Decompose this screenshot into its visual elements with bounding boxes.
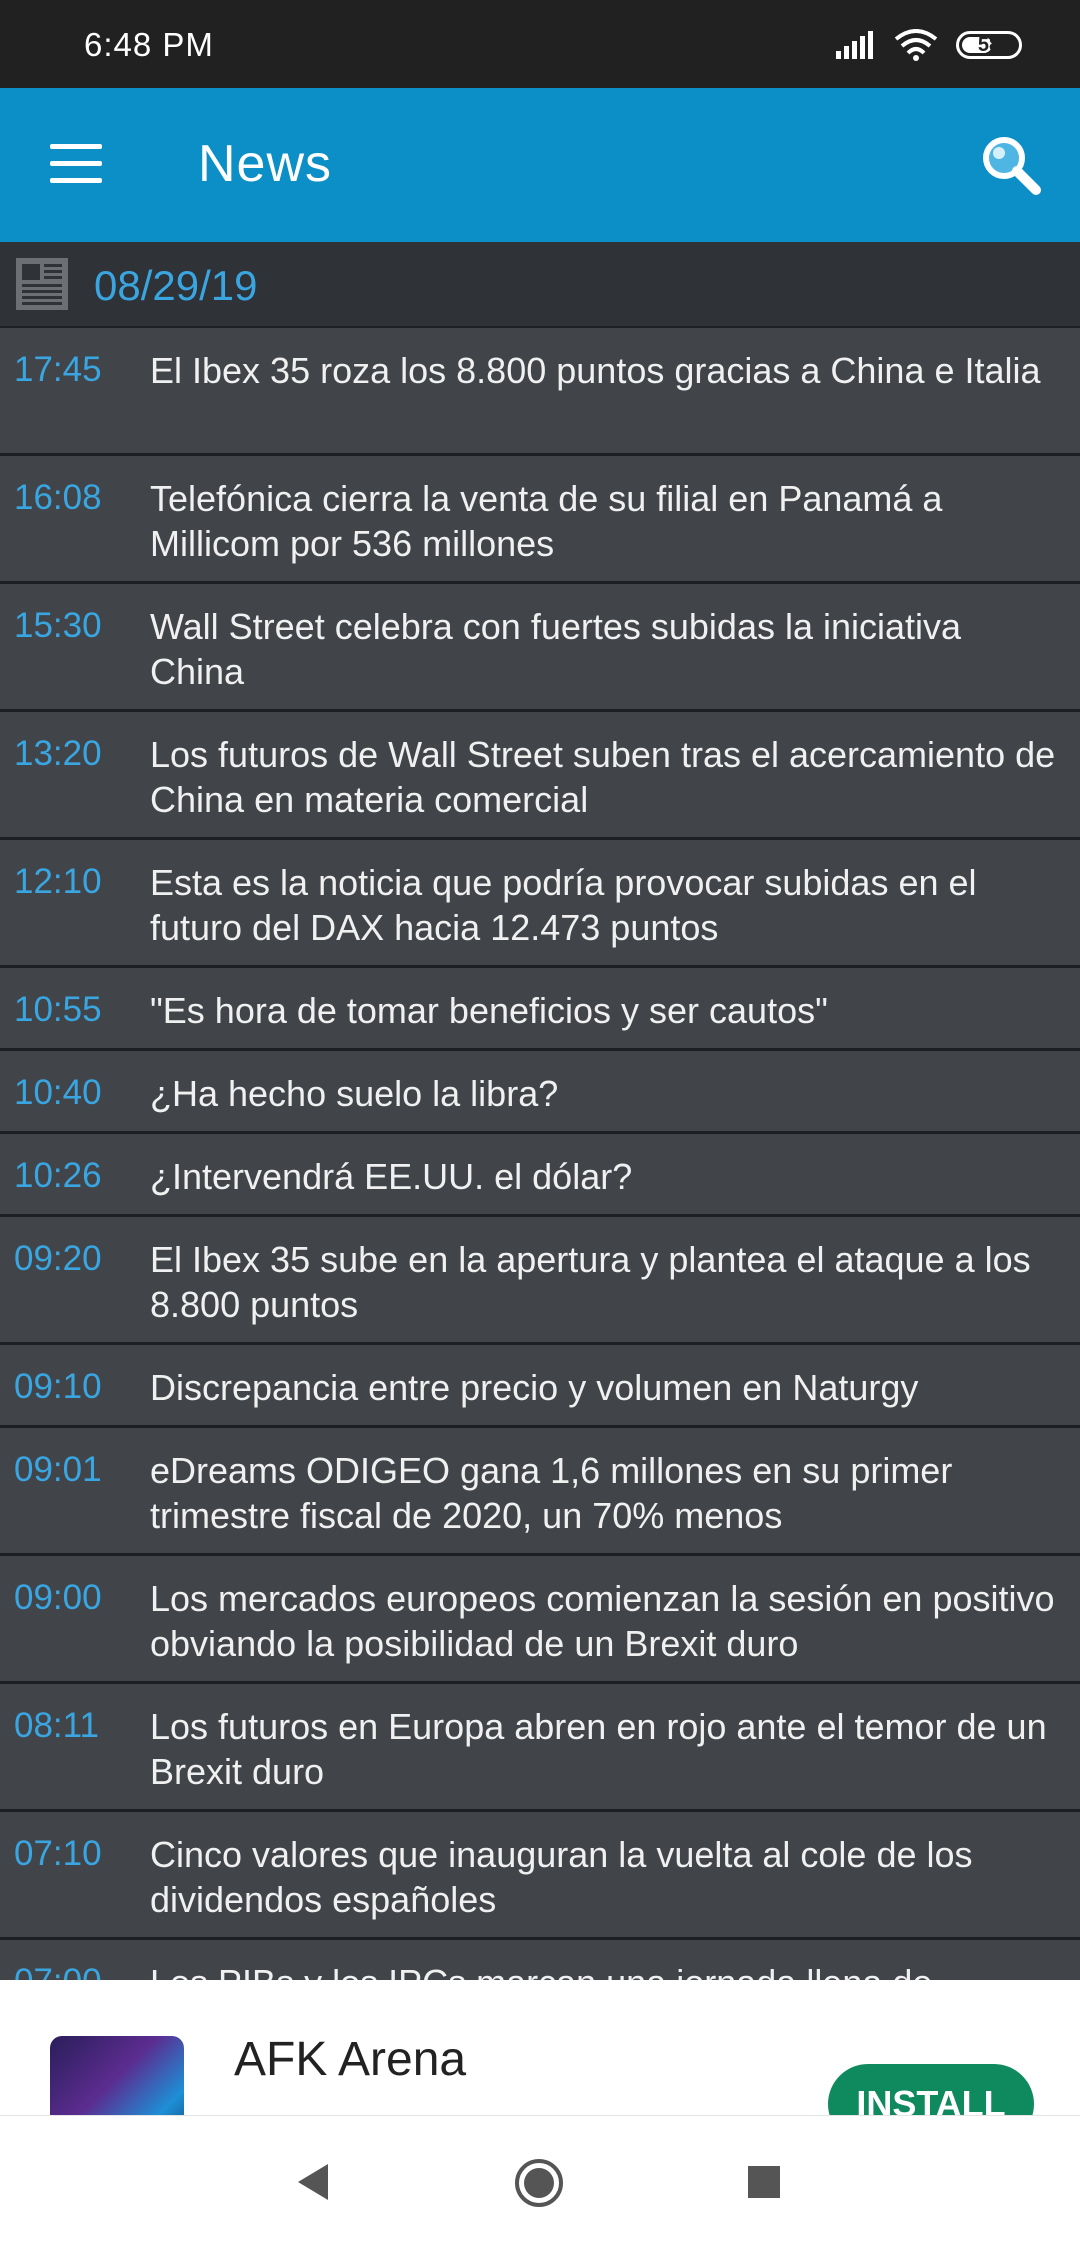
- news-row[interactable]: 15:30 Wall Street celebra con fuertes su…: [0, 584, 1080, 712]
- wifi-icon: [894, 29, 938, 61]
- news-time: 09:01: [14, 1450, 102, 1489]
- news-time: 08:11: [14, 1706, 99, 1745]
- news-title: eDreams ODIGEO gana 1,6 millones en su p…: [150, 1450, 953, 1536]
- status-icons: 58: [836, 28, 1022, 62]
- news-list: 17:45 El Ibex 35 roza los 8.800 puntos g…: [0, 328, 1080, 1980]
- news-time: 17:45: [14, 350, 102, 389]
- news-time: 09:00: [14, 1578, 102, 1617]
- news-title: Telefónica cierra la venta de su filial …: [150, 478, 943, 564]
- back-icon[interactable]: [294, 2162, 334, 2202]
- news-row[interactable]: 09:10 Discrepancia entre precio y volume…: [0, 1345, 1080, 1428]
- news-row[interactable]: 12:10 Esta es la noticia que podría prov…: [0, 840, 1080, 968]
- ad-title: AFK Arena: [234, 2033, 467, 2086]
- search-icon[interactable]: [978, 132, 1044, 198]
- news-title: Discrepancia entre precio y volumen en N…: [150, 1367, 919, 1408]
- home-icon[interactable]: [514, 2158, 564, 2208]
- news-title: Los PIBs y los IPCs marcan una jornada l…: [150, 1960, 1064, 1980]
- news-title: El Ibex 35 sube en la apertura y plantea…: [150, 1239, 1031, 1325]
- news-title: Los futuros de Wall Street suben tras el…: [150, 734, 1056, 820]
- news-title: ¿Intervendrá EE.UU. el dólar?: [150, 1156, 633, 1197]
- news-time: 10:55: [14, 990, 102, 1029]
- news-row[interactable]: 10:55 "Es hora de tomar beneficios y ser…: [0, 968, 1080, 1051]
- ad-app-icon[interactable]: [50, 2036, 184, 2115]
- news-row[interactable]: 10:40 ¿Ha hecho suelo la libra?: [0, 1051, 1080, 1134]
- news-time: 09:10: [14, 1367, 102, 1406]
- news-row[interactable]: 17:45 El Ibex 35 roza los 8.800 puntos g…: [0, 328, 1080, 456]
- news-title: Los futuros en Europa abren en rojo ante…: [150, 1706, 1047, 1792]
- recent-apps-icon[interactable]: [748, 2166, 780, 2198]
- menu-icon[interactable]: [50, 144, 102, 184]
- news-title: Los mercados europeos comienzan la sesió…: [150, 1578, 1055, 1664]
- news-row[interactable]: 10:26 ¿Intervendrá EE.UU. el dólar?: [0, 1134, 1080, 1217]
- news-row[interactable]: 08:11 Los futuros en Europa abren en roj…: [0, 1684, 1080, 1812]
- app-bar: News: [0, 88, 1080, 242]
- page-title: News: [198, 135, 333, 193]
- news-row[interactable]: 16:08 Telefónica cierra la venta de su f…: [0, 456, 1080, 584]
- news-title: "Es hora de tomar beneficios y ser cauto…: [150, 990, 828, 1031]
- battery-icon: 58: [956, 31, 1022, 59]
- news-time: 07:10: [14, 1834, 102, 1873]
- status-time: 6:48 PM: [84, 26, 214, 63]
- news-time: 10:40: [14, 1073, 102, 1112]
- news-time: 16:08: [14, 478, 102, 517]
- signal-icon: [836, 31, 873, 59]
- news-time: 13:20: [14, 734, 102, 773]
- newspaper-icon: [16, 258, 68, 310]
- news-title: ¿Ha hecho suelo la libra?: [150, 1073, 559, 1114]
- news-title: El Ibex 35 roza los 8.800 puntos gracias…: [150, 350, 1041, 391]
- news-title: Wall Street celebra con fuertes subidas …: [150, 606, 962, 692]
- news-title: Esta es la noticia que podría provocar s…: [150, 862, 977, 948]
- news-row[interactable]: 07:10 Cinco valores que inauguran la vue…: [0, 1812, 1080, 1940]
- ad-banner[interactable]: AFK Arena INSTALL: [0, 1980, 1080, 2115]
- news-row[interactable]: 09:01 eDreams ODIGEO gana 1,6 millones e…: [0, 1428, 1080, 1556]
- news-row[interactable]: 09:00 Los mercados europeos comienzan la…: [0, 1556, 1080, 1684]
- news-title: Cinco valores que inauguran la vuelta al…: [150, 1834, 973, 1920]
- install-button[interactable]: INSTALL: [828, 2064, 1034, 2115]
- news-row[interactable]: 07:00 Los PIBs y los IPCs marcan una jor…: [0, 1940, 1080, 1980]
- date-header: 08/29/19: [0, 242, 1080, 328]
- news-time: 07:00: [14, 1962, 102, 1980]
- navigation-bar: [0, 2115, 1080, 2247]
- battery-level: 58: [977, 33, 1001, 56]
- news-time: 15:30: [14, 606, 102, 645]
- status-bar: 6:48 PM 58: [0, 0, 1080, 88]
- date-label: 08/29/19: [94, 262, 258, 309]
- news-time: 12:10: [14, 862, 102, 901]
- news-time: 10:26: [14, 1156, 102, 1195]
- news-time: 09:20: [14, 1239, 102, 1278]
- news-row[interactable]: 13:20 Los futuros de Wall Street suben t…: [0, 712, 1080, 840]
- news-row[interactable]: 09:20 El Ibex 35 sube en la apertura y p…: [0, 1217, 1080, 1345]
